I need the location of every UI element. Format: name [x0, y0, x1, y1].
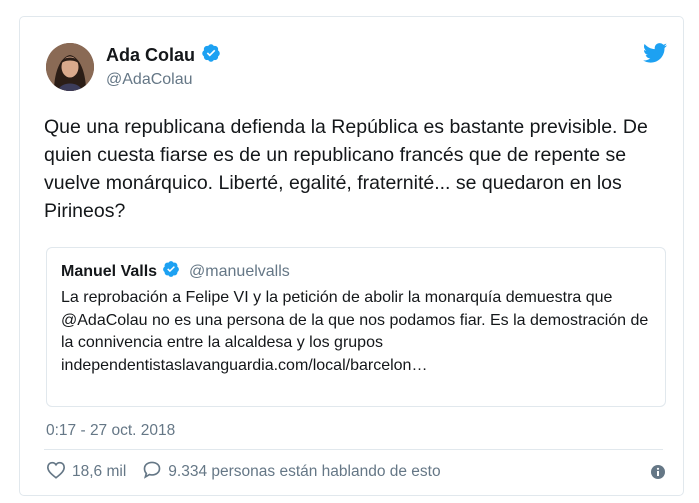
author-avatar[interactable] — [46, 43, 94, 91]
quoted-author-name: Manuel Valls — [61, 262, 158, 280]
conversation-link[interactable]: 9.334 personas están hablando de esto — [142, 460, 441, 484]
conversation-text: 9.334 personas están hablando de esto — [168, 463, 441, 480]
verified-badge-icon — [201, 43, 221, 68]
tweet-timestamp[interactable]: 0:17 - 27 oct. 2018 — [46, 422, 175, 440]
divider — [44, 449, 663, 450]
verified-badge-icon — [162, 260, 180, 283]
comment-bubble-icon — [142, 460, 162, 484]
author-name-row: Ada Colau — [106, 43, 221, 68]
tweet-text: Que una republicana defienda la Repúblic… — [44, 116, 648, 222]
quoted-tweet-header: Manuel Valls @manuelvalls — [61, 260, 651, 283]
like-button[interactable]: 18,6 mil — [46, 461, 126, 484]
quoted-tweet[interactable]: Manuel Valls @manuelvalls La reprobación… — [46, 247, 666, 407]
quoted-tweet-text: La reprobación a Felipe VI y la petición… — [61, 289, 649, 374]
author-handle[interactable]: @AdaColau — [106, 71, 193, 89]
twitter-bird-icon[interactable] — [643, 43, 667, 68]
tweet-actions: 18,6 mil 9.334 personas están hablando d… — [46, 460, 441, 484]
quoted-author-handle: @manuelvalls — [189, 262, 290, 280]
like-count: 18,6 mil — [72, 463, 127, 480]
author-name[interactable]: Ada Colau — [106, 45, 195, 66]
embedded-tweet-card: Ada Colau @AdaColau Que una republicana … — [19, 16, 684, 496]
heart-icon — [46, 461, 66, 484]
info-icon[interactable] — [651, 465, 665, 484]
avatar-image — [46, 43, 94, 91]
